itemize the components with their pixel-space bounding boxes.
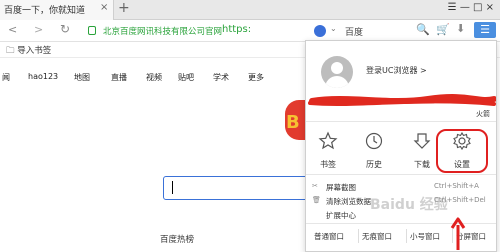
window-secondary[interactable]: 小号窗口 bbox=[410, 231, 440, 242]
menu-item-clear-data[interactable]: 清除浏览数据 bbox=[326, 196, 371, 207]
cart-icon[interactable]: 🛒 bbox=[436, 23, 450, 36]
import-bookmarks-label: 导入书签 bbox=[17, 46, 52, 56]
window-controls[interactable]: ☰ — □ × bbox=[448, 2, 494, 13]
browser-tab[interactable]: 百度一下，你就知道 × bbox=[0, 0, 114, 20]
history-label: 历史 bbox=[366, 160, 382, 169]
download-icon[interactable]: ⬇ bbox=[456, 22, 465, 35]
text-cursor bbox=[172, 181, 173, 194]
shortcut-screenshot: Ctrl+Shift+A bbox=[434, 182, 479, 190]
downloads-button[interactable]: 下载 bbox=[406, 131, 438, 170]
clock-icon bbox=[365, 132, 383, 150]
tab-close-icon[interactable]: × bbox=[100, 2, 108, 13]
chevron-down-icon[interactable]: ⌄ bbox=[330, 24, 337, 33]
bookmarks-button[interactable]: 书签 bbox=[312, 131, 344, 170]
scribbled-label: 火箭 bbox=[476, 110, 490, 118]
divider bbox=[358, 229, 359, 243]
reload-button[interactable]: ↻ bbox=[60, 22, 70, 36]
tab-title: 百度一下，你就知道 bbox=[4, 6, 86, 16]
star-icon bbox=[318, 131, 338, 150]
nav-link-tieba[interactable]: 贴吧 bbox=[178, 72, 194, 83]
url-field[interactable]: https: bbox=[222, 24, 251, 35]
divider bbox=[406, 229, 407, 243]
nav-link-video[interactable]: 视频 bbox=[146, 72, 162, 83]
baidu-logo-mark: B bbox=[286, 112, 300, 133]
trash-icon: 🗑 bbox=[312, 196, 321, 204]
import-bookmarks-button[interactable]: 🗀 导入书签 bbox=[6, 44, 51, 59]
site-identity[interactable]: 北京百度网讯科技有限公司官网 bbox=[103, 25, 222, 37]
download-icon bbox=[413, 133, 431, 149]
nav-link-map[interactable]: 地图 bbox=[74, 72, 90, 83]
history-button[interactable]: 历史 bbox=[358, 131, 390, 170]
nav-link-xueshu[interactable]: 学术 bbox=[213, 72, 229, 83]
forward-button[interactable]: > bbox=[34, 23, 43, 36]
lock-icon bbox=[88, 26, 96, 35]
avatar[interactable] bbox=[321, 56, 353, 88]
screenshot-icon: ✂ bbox=[312, 182, 318, 190]
window-normal[interactable]: 普通窗口 bbox=[314, 231, 344, 242]
search-input[interactable] bbox=[163, 176, 313, 200]
new-tab-button[interactable]: + bbox=[118, 0, 130, 16]
nav-link-news[interactable]: 闻 bbox=[2, 72, 10, 83]
login-link[interactable]: 登录UC浏览器 > bbox=[366, 65, 427, 76]
back-button[interactable]: < bbox=[8, 23, 17, 36]
tab-bar: 百度一下，你就知道 × + ☰ — □ × bbox=[0, 0, 500, 20]
search-icon[interactable]: 🔍 bbox=[416, 23, 430, 36]
nav-link-live[interactable]: 直播 bbox=[111, 72, 127, 83]
hot-list-link[interactable]: 百度热榜 bbox=[160, 233, 194, 245]
address-bar: < > ↻ 北京百度网讯科技有限公司官网 https: ⌄ 百度 🔍 🛒 ⬇ ☰ bbox=[0, 20, 500, 42]
menu-item-screenshot[interactable]: 屏幕截图 bbox=[326, 182, 356, 193]
bookmarks-label: 书签 bbox=[320, 160, 336, 169]
bookmark-icon: 🗀 bbox=[6, 46, 18, 56]
red-scribble bbox=[308, 94, 496, 106]
watermark: Baidu 经验 bbox=[370, 197, 448, 213]
divider bbox=[306, 174, 496, 175]
search-engine-input[interactable]: 百度 bbox=[345, 25, 363, 38]
menu-item-extensions[interactable]: 扩展中心 bbox=[326, 210, 356, 221]
browser-menu-panel: 登录UC浏览器 > 火箭 书签 历史 下载 设置 ✂ 屏幕截图 Ctrl+Shi… bbox=[305, 40, 497, 252]
settings-highlight bbox=[436, 129, 488, 173]
nav-link-hao123[interactable]: hao123 bbox=[28, 72, 58, 81]
downloads-label: 下载 bbox=[414, 160, 430, 169]
red-arrow-annotation bbox=[450, 217, 466, 250]
divider bbox=[306, 121, 496, 122]
search-engine-icon[interactable] bbox=[314, 25, 326, 37]
divider bbox=[306, 223, 496, 224]
nav-link-more[interactable]: 更多 bbox=[248, 72, 264, 83]
window-incognito[interactable]: 无痕窗口 bbox=[362, 231, 392, 242]
menu-button[interactable]: ☰ bbox=[474, 22, 496, 38]
